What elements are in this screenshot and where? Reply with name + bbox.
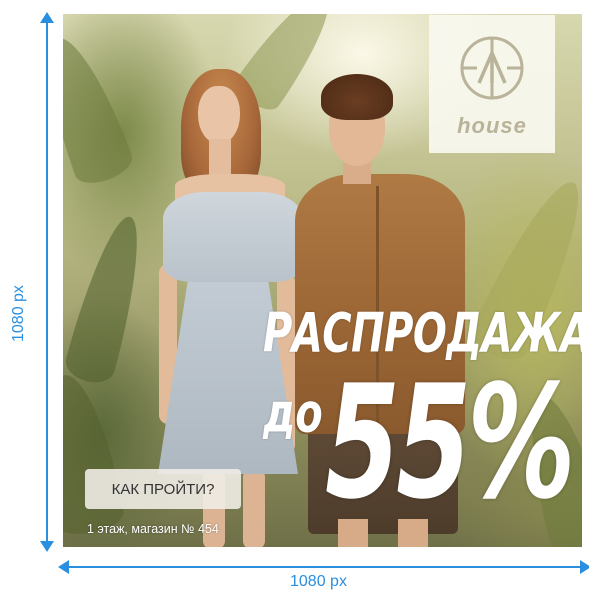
ad-banner-mockup: 1080 px house РАСПРОДАЖА до 55% КАК ПРОЙ… xyxy=(0,0,589,600)
woman-neck xyxy=(209,139,231,179)
sale-discount: 55% xyxy=(325,352,576,535)
woman-face xyxy=(198,86,240,144)
woman-leg xyxy=(243,469,265,547)
brand-logo-card[interactable]: house xyxy=(429,15,555,153)
palm-leaf xyxy=(63,369,127,539)
height-dimension-line xyxy=(46,18,48,546)
sale-prefix: до xyxy=(263,382,323,446)
palm-leaf xyxy=(63,210,155,388)
woman-dress-ruffle xyxy=(163,192,303,282)
dimension-arrow-bottom-icon xyxy=(40,541,54,552)
height-dimension-label: 1080 px xyxy=(10,285,27,342)
promo-banner: house РАСПРОДАЖА до 55% КАК ПРОЙТИ? 1 эт… xyxy=(63,14,582,547)
house-logo-icon xyxy=(460,36,524,100)
width-dimension-label: 1080 px xyxy=(290,573,347,590)
store-location-text: 1 этаж, магазин № 454 xyxy=(87,522,219,536)
width-dimension-line xyxy=(66,566,583,568)
brand-logo-text: house xyxy=(457,113,527,138)
dimension-arrow-right-icon xyxy=(580,560,589,574)
man-hair xyxy=(321,74,393,120)
palm-leaf xyxy=(63,28,137,190)
how-to-get-button[interactable]: КАК ПРОЙТИ? xyxy=(85,469,241,509)
